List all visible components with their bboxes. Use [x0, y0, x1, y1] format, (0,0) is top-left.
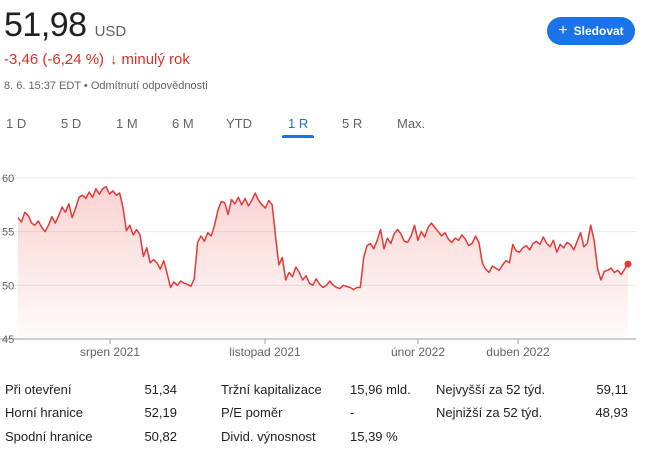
price-change: -3,46 (-6,24 %) ↓ minulý rok — [4, 51, 190, 68]
tab-6m[interactable]: 6 M — [172, 116, 194, 138]
change-period: minulý rok — [121, 51, 190, 68]
tab-1r[interactable]: 1 R — [281, 116, 315, 138]
currency-label: USD — [94, 23, 127, 40]
chart-area — [18, 186, 628, 339]
tab-ytd[interactable]: YTD — [226, 116, 252, 138]
y-tick-label: 55 — [2, 227, 14, 239]
quote-header: 51,98 USD — [4, 6, 126, 45]
tab-5r[interactable]: 5 R — [342, 116, 362, 138]
x-tick-label: srpen 2021 — [80, 345, 140, 359]
down-arrow-icon: ↓ — [110, 51, 118, 68]
tab-1m[interactable]: 1 M — [116, 116, 138, 138]
price-chart: 60 55 50 45 srpen 2021 listopad 2021 úno… — [0, 173, 636, 359]
stat-value: 48,93 — [595, 405, 628, 420]
current-price: 51,98 — [4, 6, 87, 44]
stat-label: Horní hranice — [5, 405, 84, 420]
y-tick-label: 45 — [2, 334, 14, 346]
stat-label: Divid. výnosnost — [221, 429, 316, 444]
timestamp: 8. 6. 15:37 EDT — [4, 80, 81, 92]
x-tick-label: listopad 2021 — [229, 345, 301, 359]
stat-value: 52,19 — [144, 405, 177, 420]
stat-label: Tržní kapitalizace — [221, 382, 322, 397]
stat-value: 15,39 % — [350, 429, 398, 444]
change-value: -3,46 (-6,24 %) — [4, 51, 105, 68]
stat-value: 51,34 — [144, 382, 177, 397]
x-tick-label: duben 2022 — [486, 345, 550, 359]
stat-label: Nejnižší za 52 týd. — [436, 405, 543, 420]
y-tick-label: 60 — [2, 173, 14, 185]
disclaimer-link[interactable]: Odmítnutí odpovědnosti — [91, 80, 208, 92]
x-tick-label: únor 2022 — [391, 345, 445, 359]
stat-value: 50,82 — [144, 429, 177, 444]
follow-button[interactable]: + Sledovat — [547, 17, 635, 45]
y-tick-label: 50 — [2, 280, 14, 292]
stat-label: P/E poměr — [221, 405, 283, 420]
stat-label: Spodní hranice — [5, 429, 93, 444]
quote-meta: 8. 6. 15:37 EDT • Odmítnutí odpovědnosti — [4, 80, 208, 92]
y-axis: 60 55 50 45 — [2, 173, 14, 346]
tab-5d[interactable]: 5 D — [61, 116, 81, 138]
meta-separator: • — [83, 80, 88, 92]
tab-max[interactable]: Max. — [397, 116, 425, 138]
tab-1d[interactable]: 1 D — [6, 116, 26, 138]
last-price-dot — [624, 260, 632, 268]
range-tabs: 1 D 5 D 1 M 6 M YTD 1 R 5 R Max. — [0, 116, 650, 140]
follow-button-label: Sledovat — [573, 24, 624, 38]
x-axis: srpen 2021 listopad 2021 únor 2022 duben… — [80, 345, 550, 359]
stat-value: 15,96 mld. — [350, 382, 411, 397]
stat-label: Při otevření — [5, 382, 72, 397]
plus-icon: + — [558, 22, 568, 39]
stat-label: Nejvyšší za 52 týd. — [436, 382, 546, 397]
stat-value: 59,11 — [596, 382, 628, 397]
stat-value: - — [350, 405, 355, 420]
